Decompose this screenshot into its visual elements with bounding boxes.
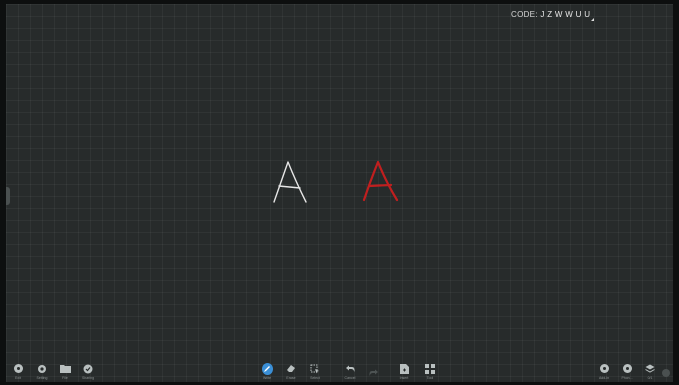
insert-icon [399, 363, 410, 374]
sharing-label: Sharing [81, 376, 95, 380]
red-a-stroke [362, 160, 399, 202]
red-letter-a [362, 160, 399, 202]
phone-icon [622, 363, 633, 374]
more-icon [661, 367, 672, 378]
phone-label: Phon... [621, 376, 633, 380]
sharing-button[interactable]: Sharing [77, 363, 99, 380]
more-button[interactable] [660, 367, 672, 380]
share-icon [83, 363, 94, 374]
eraser-icon [286, 363, 297, 374]
select-label: Select [310, 376, 320, 380]
cancel-button[interactable]: Cancel [339, 363, 361, 380]
white-letter-a [273, 161, 307, 203]
exit-button[interactable]: Exit [7, 363, 29, 380]
setting-label: Setting [36, 376, 48, 380]
erase-label: Erase [286, 376, 296, 380]
pages-icon [645, 363, 656, 374]
write-button[interactable]: Write [256, 362, 278, 380]
bottom-toolbar: Exit Setting File Sharing Write Erase Se… [6, 354, 673, 382]
tool-button[interactable]: Tool [419, 363, 441, 380]
insert-label: Insert [399, 376, 409, 380]
cancel-label: Cancel [344, 376, 356, 380]
select-button[interactable]: Select [304, 363, 326, 380]
tool-label: Tool [426, 376, 434, 380]
exit-label: Exit [15, 376, 21, 380]
add-in-icon [599, 363, 610, 374]
select-icon [310, 363, 321, 374]
folder-icon [59, 363, 71, 374]
whiteboard-canvas[interactable]: CODE: J Z W W U U Exit Setting File Shar… [6, 4, 673, 382]
red-a-bar [367, 183, 393, 188]
write-label: Write [262, 376, 272, 380]
setting-button[interactable]: Setting [31, 363, 53, 380]
pen-icon [261, 362, 273, 375]
redo-icon [369, 367, 380, 378]
add-in-button[interactable]: Add-in [593, 363, 615, 380]
file-button[interactable]: File [54, 363, 76, 380]
insert-button[interactable]: Insert [393, 363, 415, 380]
redo-button[interactable] [363, 367, 385, 380]
erase-button[interactable]: Erase [280, 363, 302, 380]
grid-icon [425, 363, 436, 374]
ink-layer [273, 160, 399, 203]
undo-icon [345, 363, 356, 374]
white-a-bar [278, 185, 301, 189]
pages-button[interactable]: 0/1 [639, 363, 661, 380]
pages-label: 0/1 [647, 376, 653, 380]
file-label: File [62, 376, 68, 380]
gear-icon [37, 363, 48, 374]
exit-icon [13, 363, 24, 374]
add-in-label: Add-in [598, 376, 610, 380]
white-a-stroke [273, 161, 307, 203]
phone-button[interactable]: Phon... [616, 363, 638, 380]
